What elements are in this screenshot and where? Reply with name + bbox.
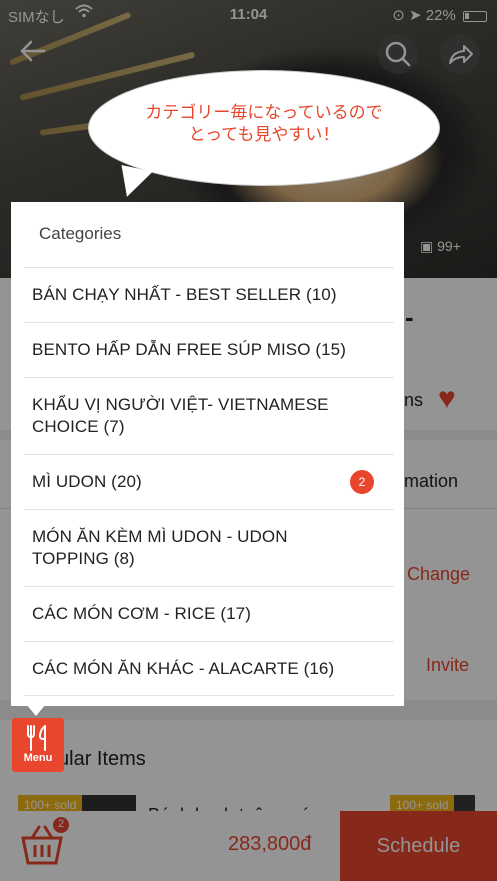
category-label: MÌ UDON (20) xyxy=(32,472,142,491)
category-item[interactable]: BÁN CHẠY NHẤT - BEST SELLER (10) xyxy=(24,267,394,322)
fork-knife-icon xyxy=(27,725,46,751)
category-count-badge: 2 xyxy=(350,470,374,494)
category-item[interactable]: CÁC MÓN CƠM - RICE (17) xyxy=(24,586,394,641)
popup-pointer xyxy=(26,704,46,716)
speech-bubble-text: カテゴリー毎になっているので とっても見やすい！ xyxy=(145,103,383,144)
category-item[interactable]: BENTO HẤP DẪN FREE SÚP MISO (15) xyxy=(24,322,394,377)
category-item[interactable]: MÓN ĂN KÈM MÌ UDON - UDON TOPPING (8) xyxy=(24,509,394,586)
category-label: CÁC MÓN ĂN KHÁC - ALACARTE (16) xyxy=(32,658,335,678)
category-label: CÁC MÓN CƠM - RICE (17) xyxy=(32,604,251,623)
speech-bubble-tail xyxy=(115,165,153,201)
category-item[interactable]: KHẨU VỊ NGƯỜI VIỆT- VIETNAMESE CHOICE (7… xyxy=(24,377,394,454)
menu-button[interactable]: Menu xyxy=(12,718,64,772)
category-label: BÁN CHẠY NHẤT - BEST SELLER (10) xyxy=(32,285,337,304)
category-label: MÓN ĂN KÈM MÌ UDON - UDON TOPPING (8) xyxy=(32,527,288,568)
menu-label: Menu xyxy=(23,752,53,764)
category-item[interactable]: CÁC MÓN ĂN KHÁC - ALACARTE (16) xyxy=(24,641,394,696)
category-label: KHẨU VỊ NGƯỜI VIỆT- VIETNAMESE CHOICE (7… xyxy=(32,395,329,436)
categories-title: Categories xyxy=(39,224,122,243)
categories-popup: Categories BÁN CHẠY NHẤT - BEST SELLER (… xyxy=(11,202,404,706)
category-item[interactable]: MÌ UDON (20) 2 xyxy=(24,454,394,509)
category-list: BÁN CHẠY NHẤT - BEST SELLER (10) BENTO H… xyxy=(24,267,394,696)
category-label: BENTO HẤP DẪN FREE SÚP MISO (15) xyxy=(32,340,346,359)
